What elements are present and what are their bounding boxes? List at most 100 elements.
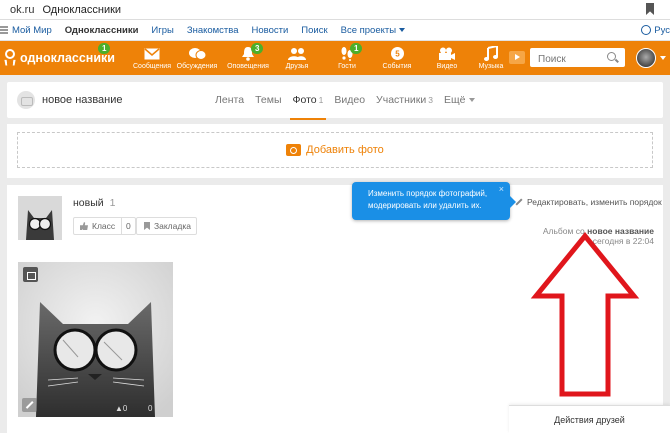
like-button[interactable]: Класс 0 xyxy=(73,217,136,235)
pencil-icon[interactable] xyxy=(22,398,37,412)
photo-thumbnail[interactable]: ▲0 0 xyxy=(18,262,173,417)
camera-icon xyxy=(286,144,302,156)
bookmark-button[interactable]: Закладка xyxy=(136,217,197,235)
album-meta-prefix: Альбом со xyxy=(542,226,585,236)
add-photo-card: Добавить фото xyxy=(7,124,663,178)
chevron-down-icon xyxy=(469,98,476,103)
address-bar[interactable]: ok.ru Одноклассники xyxy=(0,0,670,20)
group-name[interactable]: новое название xyxy=(42,94,123,106)
svg-text:5: 5 xyxy=(395,50,400,59)
tab-video[interactable]: Видео xyxy=(334,94,365,106)
nav-events-label: События xyxy=(382,63,412,70)
friends-activity-panel[interactable]: Действия друзей xyxy=(509,405,670,433)
album-count: 1 xyxy=(109,197,116,209)
chevron-down-icon xyxy=(398,27,405,32)
user-avatar[interactable] xyxy=(636,48,656,68)
tab-topics[interactable]: Темы xyxy=(255,94,281,106)
edit-tooltip: × Изменить порядок фотографий, модериров… xyxy=(352,182,516,220)
page-title: Одноклассники xyxy=(42,3,122,16)
tooltip-line-2: модерировать или удалить их. xyxy=(368,200,482,210)
photo-like-count: ▲0 xyxy=(115,404,128,413)
nav-discussions-label: Обсуждения xyxy=(176,63,218,70)
tab-members-count: 3 xyxy=(428,95,433,105)
nav-messages[interactable]: Сообщения xyxy=(128,46,176,74)
envelope-icon xyxy=(144,46,160,61)
tab-feed-label: Лента xyxy=(215,94,245,106)
nav-discussions[interactable]: Обсуждения xyxy=(173,46,221,74)
album-card: новый 1 Класс 0 Закладка Редактировать, и… xyxy=(7,185,663,433)
like-count: 0 xyxy=(126,221,131,231)
nav-friends[interactable]: Друзья xyxy=(273,46,321,74)
portal-link-odnoklassniki[interactable]: Одноклассники xyxy=(65,25,139,36)
tab-photos-count: 1 xyxy=(318,95,324,105)
group-header: новое название Лента Темы Фото 1 Видео Уч… xyxy=(7,82,663,120)
tab-more[interactable]: Ещё xyxy=(443,94,476,106)
tab-photos[interactable]: Фото 1 xyxy=(289,94,327,120)
portal-link-games[interactable]: Игры xyxy=(151,25,173,36)
nav-messages-label: Сообщения xyxy=(133,63,171,70)
friends-activity-label: Действия друзей xyxy=(554,415,625,425)
notifications-badge: 3 xyxy=(251,43,264,54)
album-cover[interactable] xyxy=(18,196,62,240)
nav-music-label: Музыка xyxy=(478,63,504,70)
group-tabs: Лента Темы Фото 1 Видео Участники 3 Ещё xyxy=(215,94,486,120)
events-icon: 5 xyxy=(390,46,405,61)
portal-link-news[interactable]: Новости xyxy=(252,25,289,36)
photo-comment-count: 0 xyxy=(148,404,153,413)
logo[interactable]: одноклассники 1 xyxy=(4,43,115,66)
thumbs-up-icon xyxy=(80,222,88,230)
tab-feed[interactable]: Лента xyxy=(215,94,244,106)
portal-link-moy-mir[interactable]: Мой Мир xyxy=(12,25,52,36)
search-icon[interactable] xyxy=(607,52,616,61)
group-avatar[interactable] xyxy=(17,91,35,109)
bookmark-icon[interactable] xyxy=(646,3,654,15)
tab-members-label: Участники xyxy=(376,94,427,106)
tab-photos-label: Фото xyxy=(292,94,317,106)
album-time: сегодня в 22:04 xyxy=(592,236,654,246)
tab-members[interactable]: Участники 3 xyxy=(376,94,433,106)
nav-video-label: Видео xyxy=(436,63,458,70)
like-label: Класс xyxy=(92,221,116,231)
portal-link-search[interactable]: Поиск xyxy=(301,25,327,36)
nav-friends-label: Друзья xyxy=(285,63,309,70)
nav-guests[interactable]: Гости 1 xyxy=(323,43,371,74)
nav-music[interactable]: Музыка xyxy=(467,46,515,74)
video-camera-icon xyxy=(438,46,456,61)
bookmark-label: Закладка xyxy=(154,221,191,231)
gift-icon[interactable] xyxy=(23,267,38,282)
guests-badge: 1 xyxy=(350,43,363,54)
language-switch[interactable]: Рус xyxy=(641,25,670,36)
tab-more-label: Ещё xyxy=(443,94,466,106)
play-icon[interactable] xyxy=(509,51,525,64)
portal-link-dating[interactable]: Знакомства xyxy=(187,25,239,36)
edit-album-link[interactable]: Редактировать, изменить порядок xyxy=(515,197,662,207)
portal-bar: Мой Мир Одноклассники Игры Знакомства Но… xyxy=(0,20,670,41)
tooltip-line-1: Изменить порядок фотографий, xyxy=(368,189,488,198)
edit-album-label: Редактировать, изменить порядок xyxy=(527,197,662,207)
album-name: новый xyxy=(73,197,104,209)
nav-notifications[interactable]: Оповещения 3 xyxy=(224,43,272,74)
ok-logo-icon xyxy=(4,49,16,66)
portal-link-all-projects[interactable]: Все проекты xyxy=(341,25,405,36)
pencil-icon xyxy=(515,198,523,206)
add-photo-label: Добавить фото xyxy=(306,144,384,156)
nav-guests-label: Гости xyxy=(338,63,356,70)
close-icon[interactable]: × xyxy=(499,184,504,196)
nav-events[interactable]: 5 События xyxy=(373,46,421,74)
nav-notifications-label: Оповещения xyxy=(227,63,269,70)
tab-topics-label: Темы xyxy=(255,94,282,106)
chat-bubbles-icon xyxy=(188,46,206,61)
album-meta: Альбом со новое название xyxy=(543,226,654,236)
menu-icon[interactable] xyxy=(0,26,8,34)
add-photo-button[interactable]: Добавить фото xyxy=(17,132,653,168)
bookmark-icon xyxy=(144,222,150,230)
globe-icon xyxy=(641,25,652,35)
music-note-icon xyxy=(484,46,498,61)
language-label: Рус xyxy=(654,24,670,36)
chevron-down-icon[interactable] xyxy=(660,56,666,60)
all-projects-label: Все проекты xyxy=(340,24,397,36)
address-domain: ok.ru xyxy=(10,3,35,16)
album-title[interactable]: новый 1 xyxy=(73,197,115,209)
nav-video[interactable]: Видео xyxy=(423,46,471,74)
friends-icon xyxy=(288,46,306,61)
